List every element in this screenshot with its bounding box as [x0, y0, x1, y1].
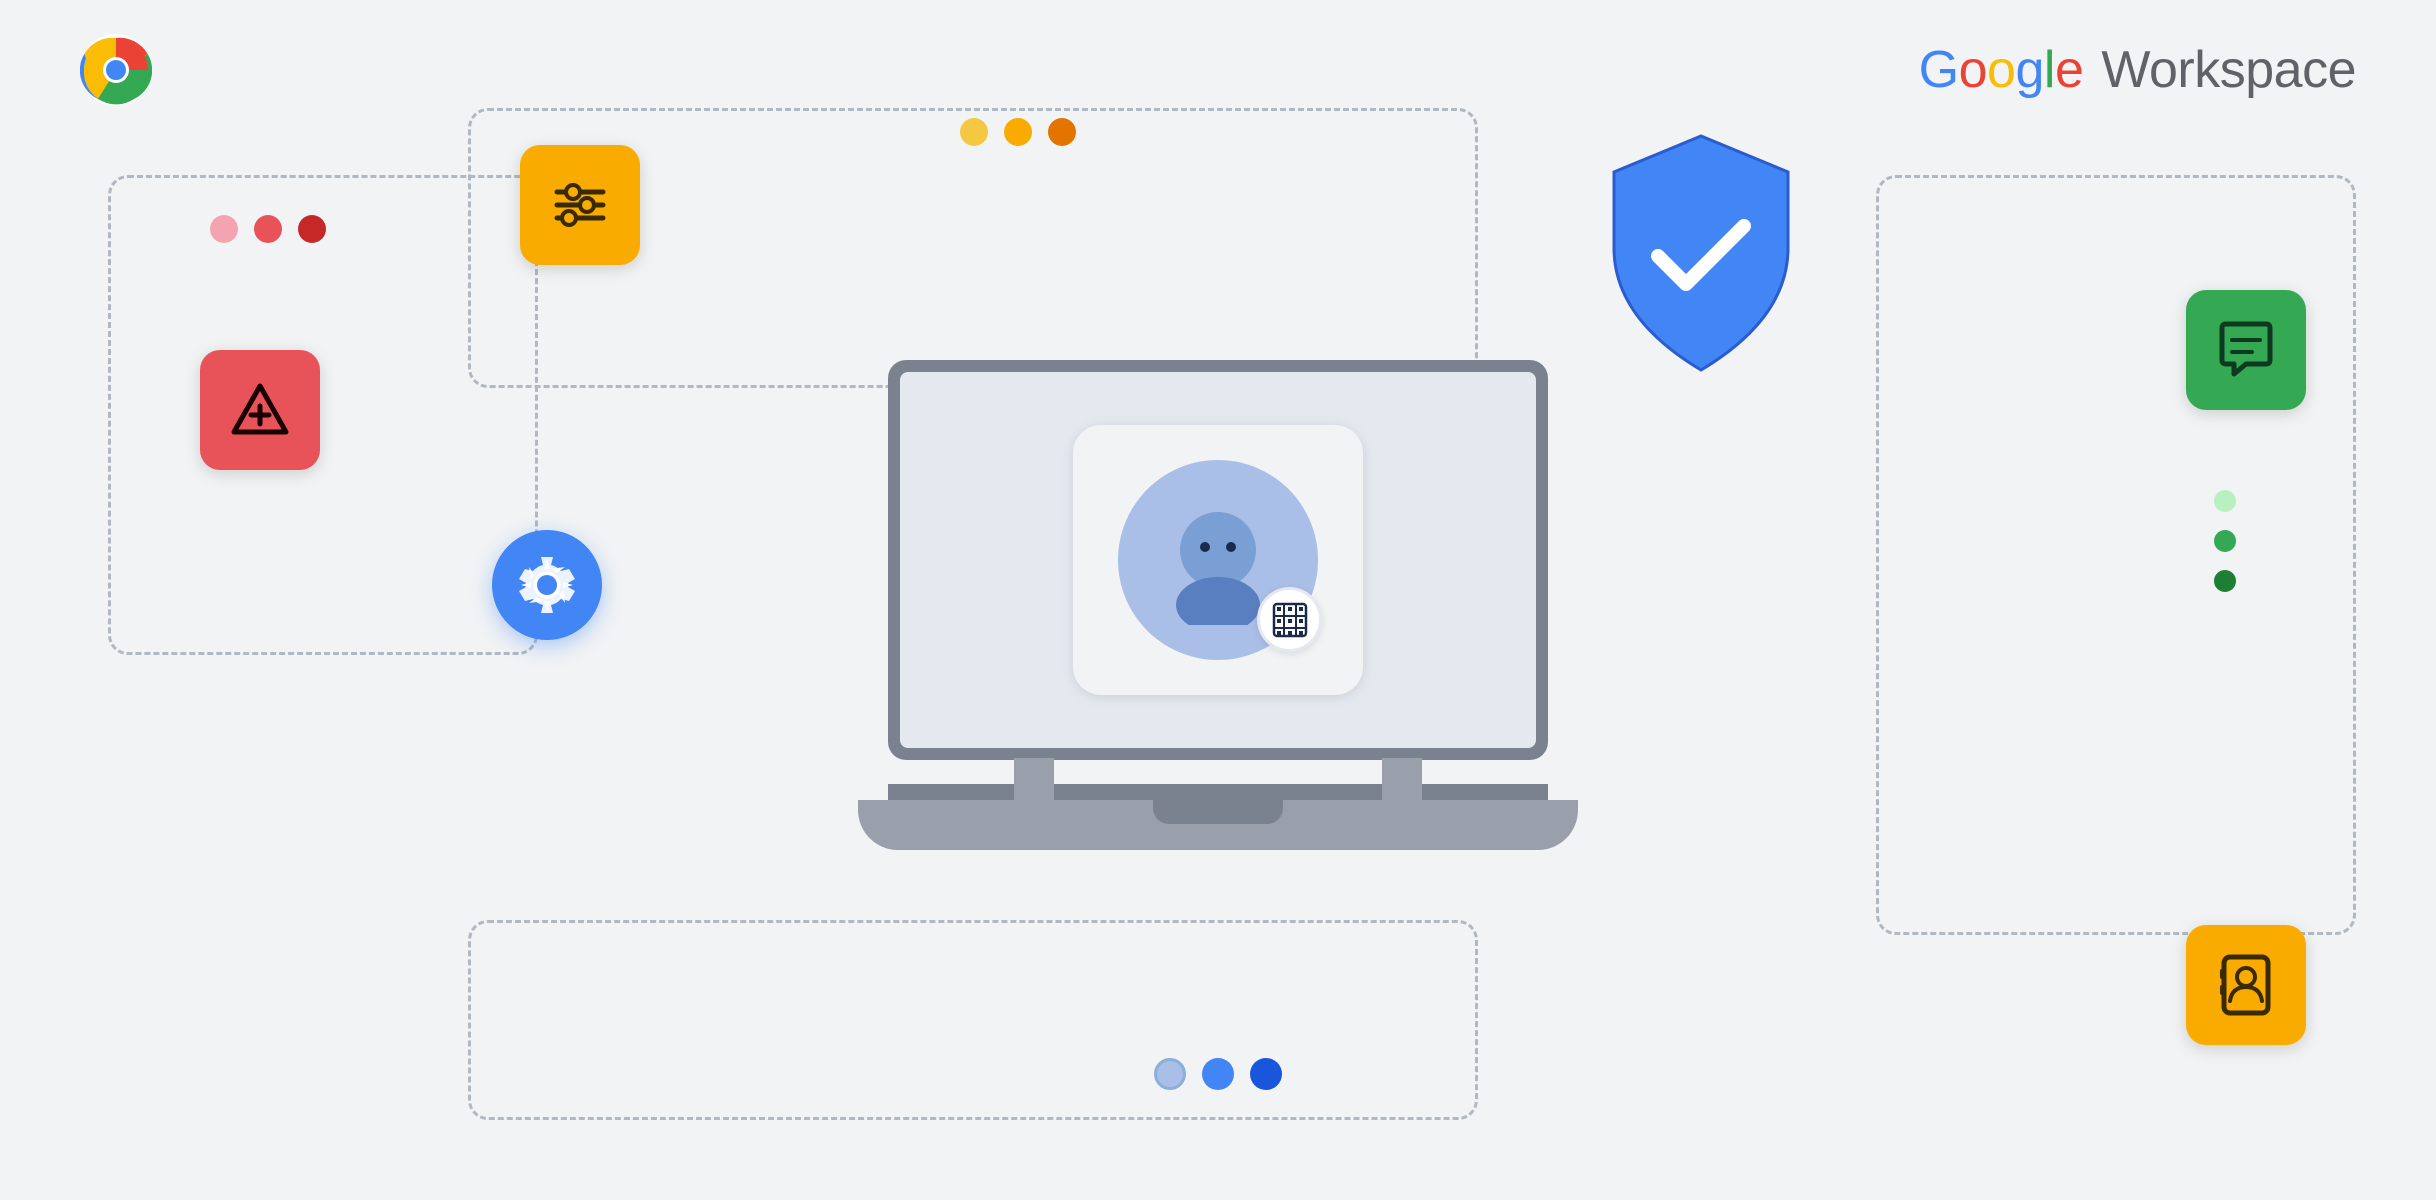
chrome-enterprise-logo [80, 34, 260, 106]
alert-add-icon [224, 374, 296, 446]
dots-right-vertical [2214, 490, 2236, 592]
dot-left-1 [210, 215, 238, 243]
dot-bottom-1 [1154, 1058, 1186, 1090]
chat-icon [2210, 314, 2282, 386]
laptop-bezel [888, 360, 1548, 760]
google-workspace-text: GoogleWorkspace [1919, 41, 2356, 99]
dashed-box-right [1876, 175, 2356, 935]
building-icon [1270, 600, 1310, 640]
person-avatar [1118, 460, 1318, 660]
dot-right-2 [2214, 530, 2236, 552]
laptop-screen-container [858, 360, 1578, 800]
settings-sliders-icon [545, 170, 615, 240]
dot-bottom-2 [1202, 1058, 1234, 1090]
dot-left-2 [254, 215, 282, 243]
dot-right-1 [2214, 490, 2236, 512]
chrome-icon-v2 [80, 34, 152, 106]
laptop-pole-right [1382, 758, 1422, 828]
laptop [858, 360, 1578, 860]
dot-top-3 [1048, 118, 1076, 146]
main-illustration: GoogleWorkspace [0, 0, 2436, 1200]
dot-left-3 [298, 215, 326, 243]
contacts-widget [2186, 925, 2306, 1045]
dot-right-3 [2214, 570, 2236, 592]
shield-widget [1596, 128, 1806, 378]
laptop-notch [1153, 800, 1283, 824]
google-workspace-logo: GoogleWorkspace [1919, 40, 2356, 100]
dot-top-2 [1004, 118, 1032, 146]
laptop-pole-left [1014, 758, 1054, 828]
laptop-screen [900, 372, 1536, 748]
settings-sliders-widget [520, 145, 640, 265]
shield-icon [1596, 128, 1806, 378]
chat-widget [2186, 290, 2306, 410]
person-card [1073, 425, 1363, 695]
contacts-icon [2210, 949, 2282, 1021]
dot-bottom-3 [1250, 1058, 1282, 1090]
dashed-box-bottom [468, 920, 1478, 1120]
dots-left [210, 215, 326, 243]
laptop-base [858, 800, 1578, 860]
building-badge [1257, 587, 1322, 652]
dot-top-1 [960, 118, 988, 146]
laptop-hinge [888, 784, 1548, 800]
laptop-base-panel [858, 800, 1578, 850]
alert-add-widget [200, 350, 320, 470]
gear-icon [513, 551, 581, 619]
gear-widget [492, 530, 602, 640]
dots-bottom [1154, 1058, 1282, 1090]
dots-top [960, 118, 1076, 146]
